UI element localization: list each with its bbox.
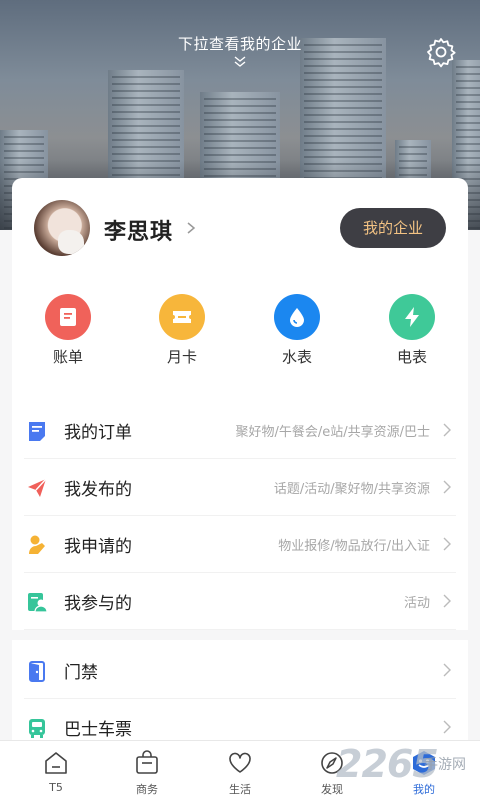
chevron-right-icon: [443, 720, 451, 734]
quick-action-electric-meter[interactable]: 电表: [382, 294, 442, 367]
settings-gear-icon[interactable]: [425, 36, 457, 68]
chevron-right-icon: [443, 537, 451, 551]
tab-life[interactable]: 生活: [192, 741, 288, 800]
tab-label: T5: [49, 781, 63, 794]
quick-action-water-meter[interactable]: 水表: [267, 294, 327, 367]
avatar[interactable]: [34, 200, 90, 256]
quick-action-label: 账单: [52, 348, 83, 366]
menu-row-my-orders[interactable]: 我的订单 聚好物/午餐会/e站/共享资源/巴士: [24, 402, 456, 459]
tab-business[interactable]: 商务: [99, 741, 195, 800]
my-enterprise-button[interactable]: 我的企业: [340, 208, 446, 248]
chevron-right-icon: [443, 480, 451, 494]
menu-row-subtitle: 聚好物/午餐会/e站/共享资源/巴士: [235, 425, 430, 440]
lightning-icon: [405, 307, 419, 327]
tab-label: 生活: [229, 783, 251, 796]
watermark-number: 2265: [336, 742, 439, 786]
menu-row-my-posts[interactable]: 我发布的 话题/活动/聚好物/共享资源: [24, 459, 456, 516]
user-name[interactable]: 李思琪: [104, 214, 173, 246]
tab-label: 商务: [136, 783, 158, 796]
section-divider: [12, 630, 468, 640]
menu-row-participated[interactable]: 我参与的 活动: [24, 573, 456, 630]
send-icon: [28, 478, 47, 497]
door-icon: [29, 661, 45, 682]
menu-row-label: 我申请的: [64, 537, 132, 557]
tab-t5[interactable]: T5: [8, 741, 104, 800]
quick-action-monthly-card[interactable]: 月卡: [152, 294, 212, 367]
ticket-icon: [173, 311, 191, 323]
menu-row-label: 我的订单: [64, 423, 132, 443]
menu-row-label: 我参与的: [64, 594, 132, 614]
chevron-right-icon: [443, 423, 451, 437]
bus-icon: [29, 719, 45, 738]
quick-action-label: 水表: [281, 348, 312, 366]
bill-icon: [60, 308, 76, 326]
quick-action-label: 月卡: [166, 348, 197, 366]
heart-icon: [229, 752, 251, 773]
chevron-right-icon[interactable]: [184, 220, 198, 236]
water-drop-icon: [290, 308, 304, 327]
pull-hint: 下拉查看我的企业: [177, 35, 302, 53]
participate-icon: [28, 593, 48, 613]
watermark-site: 手游网: [424, 757, 466, 773]
menu-row-my-applications[interactable]: 我申请的 物业报修/物品放行/出入证: [24, 516, 456, 573]
menu-row-subtitle: 物业报修/物品放行/出入证: [278, 539, 430, 554]
chevron-right-icon: [443, 663, 451, 677]
quick-action-label: 电表: [396, 348, 427, 366]
order-icon: [29, 422, 45, 441]
site-watermark: 2265 手游网: [332, 738, 480, 798]
profile-card: 李思琪 我的企业 账单 月卡 水表 电表 我的订单 聚好物/午餐会/e站/共享资…: [12, 178, 468, 778]
menu-row-access-control[interactable]: 门禁: [24, 642, 456, 699]
apply-icon: [29, 535, 45, 554]
menu-row-label: 门禁: [64, 663, 98, 683]
quick-action-bill[interactable]: 账单: [38, 294, 98, 367]
menu-row-label: 我发布的: [64, 480, 132, 500]
double-chevron-down-icon: [234, 56, 246, 67]
bag-icon: [136, 750, 158, 774]
chevron-right-icon: [443, 594, 451, 608]
menu-row-subtitle: 话题/活动/聚好物/共享资源: [273, 482, 430, 497]
home-icon: [45, 752, 67, 774]
menu-row-subtitle: 活动: [403, 596, 430, 611]
menu-row-label: 巴士车票: [64, 720, 132, 740]
